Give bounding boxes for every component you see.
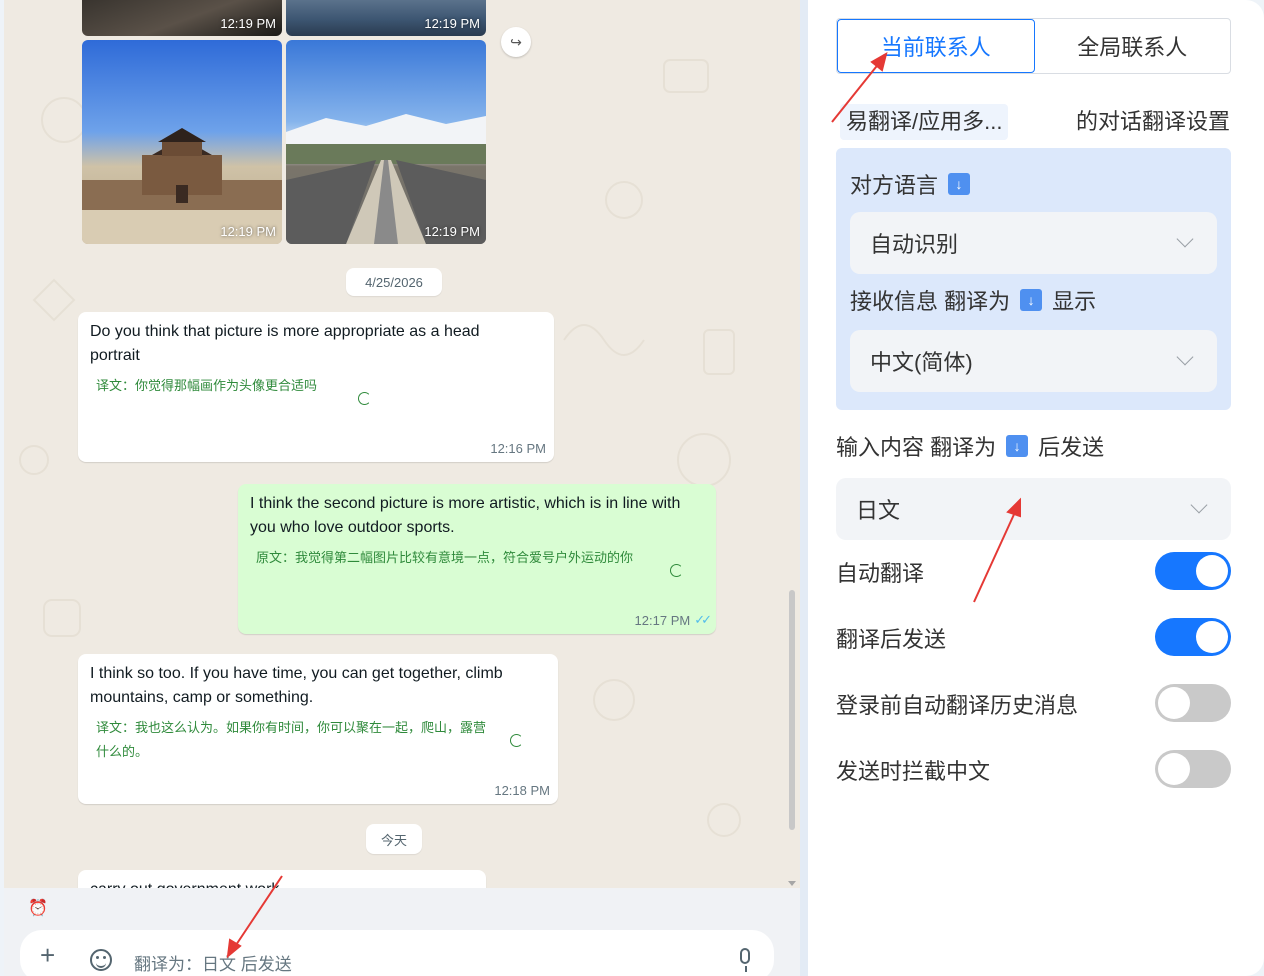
peer-language-select[interactable]: 自动识别: [850, 212, 1217, 274]
peer-language-value: 自动识别: [870, 232, 959, 257]
down-arrow-icon: ↓: [1006, 435, 1029, 457]
translate-history-toggle[interactable]: [1155, 684, 1231, 722]
input-language-select[interactable]: 日文: [836, 478, 1231, 540]
message-text: I think so too. If you have time, you ca…: [90, 665, 503, 706]
peer-language-label: 对方语言 ↓: [850, 168, 971, 200]
receive-label-pre: 接收信息 翻译为: [850, 289, 1011, 314]
chevron-down-icon: [1176, 230, 1194, 248]
toggle-label: 翻译后发送: [836, 627, 947, 652]
fortress-image: [82, 128, 282, 244]
photo-1[interactable]: 12:19 PM: [82, 0, 282, 36]
today-chip: 今天: [366, 824, 422, 854]
alarm-clock-icon[interactable]: ⏰: [28, 898, 48, 918]
road-image: [286, 114, 486, 244]
message-bubble-outgoing[interactable]: I think the second picture is more artis…: [238, 484, 716, 634]
translation-text: 原文：我觉得第二幅图片比较有意境一点，符合爱号户外运动的你: [256, 550, 634, 565]
app-root: 12:19 PM 12:19 PM 12:19 PM 12:19 PM ↪ 4/…: [0, 0, 1264, 976]
message-time: 12:17 PM ✓✓: [634, 612, 712, 628]
photo-4[interactable]: 12:19 PM: [286, 40, 486, 244]
language-settings-box: 对方语言 ↓ 自动识别 接收信息 翻译为 ↓ 显示 中文(简体): [836, 148, 1231, 410]
auto-translate-toggle[interactable]: [1155, 552, 1231, 590]
photo-time: 12:19 PM: [424, 224, 480, 239]
down-arrow-icon: ↓: [948, 173, 971, 195]
message-input[interactable]: 翻译为：日文 后发送: [134, 950, 292, 975]
peer-language-label-text: 对方语言: [850, 173, 939, 198]
toggle-knob: [1196, 555, 1228, 587]
input-language-label: 输入内容 翻译为 ↓ 后发送: [836, 430, 1104, 462]
chat-footer: ⏰ + 翻译为：日文 后发送: [4, 888, 800, 976]
message-text: I think the second picture is more artis…: [250, 495, 681, 536]
message-text: Do you think that picture is more approp…: [90, 323, 480, 364]
microphone-icon[interactable]: [740, 948, 750, 972]
message-time-text: 12:17 PM: [634, 612, 691, 628]
contact-scope-tabs: 当前联系人 全局联系人: [836, 18, 1231, 74]
refresh-icon[interactable]: [510, 734, 523, 747]
refresh-icon[interactable]: [670, 564, 683, 577]
translation-text: 译文：你觉得那幅画作为头像更合适吗: [96, 378, 318, 393]
tab-global-contacts[interactable]: 全局联系人: [1035, 19, 1231, 73]
contact-settings-suffix: 的对话翻译设置: [1075, 109, 1230, 134]
toggle-row-block-chinese: 发送时拦截中文: [836, 748, 1231, 792]
toggle-knob: [1158, 687, 1190, 719]
message-list[interactable]: 12:19 PM 12:19 PM 12:19 PM 12:19 PM ↪ 4/…: [4, 0, 800, 888]
emoji-icon[interactable]: [90, 949, 112, 971]
chevron-down-icon: [1190, 496, 1208, 514]
toggle-label: 发送时拦截中文: [836, 759, 991, 784]
scroll-down-icon[interactable]: [788, 881, 796, 886]
photo-time: 12:19 PM: [424, 16, 480, 31]
attach-plus-icon[interactable]: +: [40, 942, 55, 968]
message-input-bar[interactable]: + 翻译为：日文 后发送: [20, 930, 774, 976]
toggle-row-auto-translate: 自动翻译: [836, 550, 1231, 594]
forward-icon[interactable]: ↪: [501, 27, 531, 57]
photo-time: 12:19 PM: [220, 16, 276, 31]
message-bubble-incoming[interactable]: I think so too. If you have time, you ca…: [78, 654, 558, 804]
block-chinese-toggle[interactable]: [1155, 750, 1231, 788]
receive-language-label: 接收信息 翻译为 ↓ 显示: [850, 284, 1096, 316]
refresh-icon[interactable]: [358, 392, 371, 405]
translation-settings-panel: 当前联系人 全局联系人 易翻译/应用多... 的对话翻译设置 对方语言 ↓ 自动…: [808, 0, 1264, 976]
receive-language-value: 中文(简体): [870, 350, 973, 375]
input-language-value: 日文: [856, 498, 901, 523]
toggle-label: 自动翻译: [836, 561, 925, 586]
photo-time: 12:19 PM: [220, 224, 276, 239]
contact-name: 易翻译/应用多...: [840, 104, 1009, 140]
photo-3[interactable]: 12:19 PM: [82, 40, 282, 244]
message-bubble-incoming[interactable]: Do you think that picture is more approp…: [78, 312, 554, 462]
message-text: carry out government work: [90, 878, 474, 888]
toggle-label: 登录前自动翻译历史消息: [836, 693, 1079, 718]
receive-language-select[interactable]: 中文(简体): [850, 330, 1217, 392]
toggle-row-translate-history: 登录前自动翻译历史消息: [836, 682, 1231, 726]
toggle-row-send-after-translate: 翻译后发送: [836, 616, 1231, 660]
pane-divider[interactable]: [800, 0, 808, 976]
receive-label-post: 显示: [1052, 289, 1097, 314]
message-time: 12:16 PM: [490, 441, 546, 456]
read-receipt-icon: ✓✓: [694, 612, 712, 627]
input-label-post: 后发送: [1038, 435, 1105, 460]
chat-pane: 12:19 PM 12:19 PM 12:19 PM 12:19 PM ↪ 4/…: [4, 0, 800, 976]
translation-text: 译文：我也这么认为。如果你有时间，你可以聚在一起，爬山，露营什么的。: [96, 720, 487, 759]
message-time: 12:18 PM: [494, 783, 550, 798]
toggle-knob: [1196, 621, 1228, 653]
tab-current-contact[interactable]: 当前联系人: [837, 19, 1035, 73]
date-chip: 4/25/2026: [346, 268, 442, 296]
chevron-down-icon: [1176, 348, 1194, 366]
input-label-pre: 输入内容 翻译为: [836, 435, 997, 460]
send-after-translate-toggle[interactable]: [1155, 618, 1231, 656]
toggle-knob: [1158, 753, 1190, 785]
photo-2[interactable]: 12:19 PM: [286, 0, 486, 36]
chat-scrollbar[interactable]: [788, 0, 796, 888]
down-arrow-icon: ↓: [1020, 289, 1043, 311]
chat-scrollbar-thumb[interactable]: [789, 590, 795, 830]
message-bubble-incoming-partial[interactable]: carry out government work: [78, 870, 486, 888]
